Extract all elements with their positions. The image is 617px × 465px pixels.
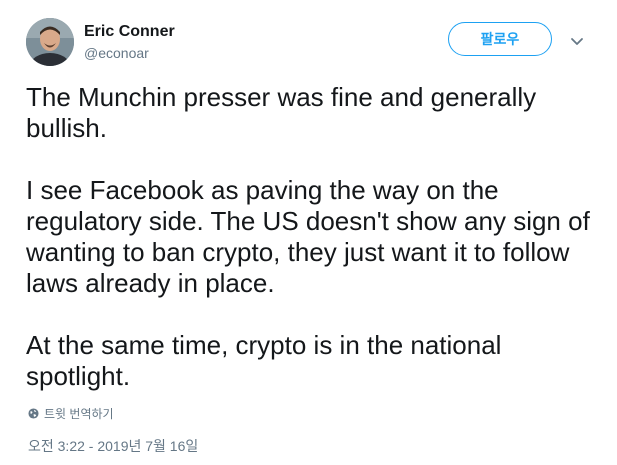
avatar[interactable] [26,18,74,66]
translate-label: 트윗 번역하기 [44,407,114,421]
follow-button[interactable]: 팔로우 [448,22,552,56]
tweet-paragraph-1: The Munchin presser was fine and general… [26,82,537,143]
tweet-paragraph-2: I see Facebook as paving the way on the … [26,175,590,298]
translate-tweet-link[interactable]: 트윗 번역하기 [28,405,114,422]
tweet-timestamp[interactable]: 오전 3:22 - 2019년 7월 16일 [28,436,198,456]
author-handle[interactable]: @econoar [84,44,149,62]
tweet-card: Eric Conner @econoar 팔로우 The Munchin pre… [0,0,617,465]
user-avatar-icon [26,18,74,66]
author-name[interactable]: Eric Conner [84,22,175,42]
tweet-paragraph-3: At the same time, crypto is in the natio… [26,330,502,391]
tweet-text: The Munchin presser was fine and general… [26,82,596,392]
chevron-down-icon[interactable] [568,32,586,50]
globe-icon [28,408,39,419]
